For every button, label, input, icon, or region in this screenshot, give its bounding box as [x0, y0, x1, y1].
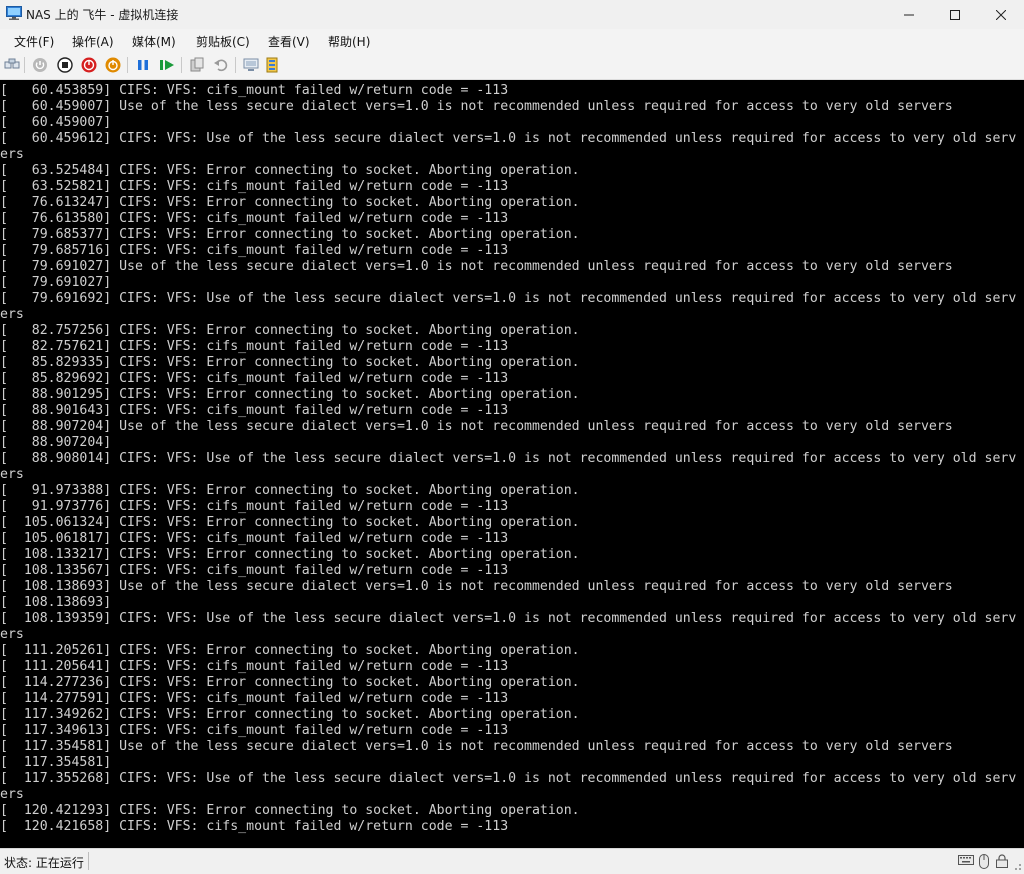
window-title: NAS 上的 飞牛 - 虚拟机连接 — [26, 8, 179, 22]
console-line: [ 91.973776] CIFS: VFS: cifs_mount faile… — [0, 499, 509, 514]
console-line: [ 117.349613] CIFS: VFS: cifs_mount fail… — [0, 723, 509, 738]
console-line: [ 111.205641] CIFS: VFS: cifs_mount fail… — [0, 659, 509, 674]
resize-grip-icon[interactable] — [1010, 859, 1022, 871]
close-icon — [996, 9, 1006, 20]
save-button[interactable] — [104, 56, 122, 74]
enhanced-session-button[interactable] — [242, 56, 260, 74]
menu-media[interactable]: 媒体(M) — [132, 33, 176, 50]
console-line: [ 88.907204] Use of the less secure dial… — [0, 419, 953, 434]
console-line: [ 114.277591] CIFS: VFS: cifs_mount fail… — [0, 691, 509, 706]
console-line: [ 79.691027] — [0, 275, 112, 290]
status-bar: 状态: 正在运行 — [0, 848, 1024, 874]
close-button[interactable] — [978, 0, 1024, 29]
console-line: [ 88.908014] CIFS: VFS: Use of the less … — [0, 451, 1017, 466]
lock-icon — [996, 854, 1008, 868]
console-line: [ 105.061324] CIFS: VFS: Error connectin… — [0, 515, 580, 530]
console-line: [ 91.973388] CIFS: VFS: Error connecting… — [0, 483, 580, 498]
console-line: [ 79.691027] Use of the less secure dial… — [0, 259, 953, 274]
console-line: ers — [0, 307, 24, 322]
shut-down-button[interactable] — [80, 56, 98, 74]
vm-console-screen[interactable]: [ 60.453859] CIFS: VFS: cifs_mount faile… — [0, 80, 1024, 848]
console-line: [ 76.613580] CIFS: VFS: cifs_mount faile… — [0, 211, 509, 226]
console-line: ers — [0, 787, 24, 802]
console-line: [ 117.349262] CIFS: VFS: Error connectin… — [0, 707, 580, 722]
status-text: 状态: 正在运行 — [4, 856, 84, 870]
console-line: [ 60.459007] — [0, 115, 112, 130]
shut-down-icon — [81, 57, 97, 73]
console-line: [ 79.691692] CIFS: VFS: Use of the less … — [0, 291, 1017, 306]
console-line: [ 117.354581] — [0, 755, 112, 770]
resume-button[interactable] — [158, 56, 176, 74]
vm-connection-icon — [6, 6, 22, 20]
status-divider — [88, 852, 89, 870]
minimize-icon — [904, 14, 914, 15]
pause-icon — [138, 60, 148, 70]
console-line: ers — [0, 147, 24, 162]
share-button[interactable] — [264, 56, 282, 74]
turn-off-button[interactable] — [56, 56, 74, 74]
toolbar-separator — [181, 57, 182, 73]
console-line: [ 114.277236] CIFS: VFS: Error connectin… — [0, 675, 580, 690]
save-icon — [105, 57, 121, 73]
console-line: [ 60.459612] CIFS: VFS: Use of the less … — [0, 131, 1017, 146]
menu-clipboard[interactable]: 剪贴板(C) — [196, 33, 250, 50]
console-line: [ 108.139359] CIFS: VFS: Use of the less… — [0, 611, 1017, 626]
console-line: ers — [0, 627, 24, 642]
console-line: [ 76.613247] CIFS: VFS: Error connecting… — [0, 195, 580, 210]
revert-button[interactable] — [212, 56, 230, 74]
console-line: [ 120.421658] CIFS: VFS: cifs_mount fail… — [0, 819, 509, 834]
share-icon — [266, 57, 278, 73]
console-line: _ — [0, 835, 8, 848]
console-line: [ 88.901643] CIFS: VFS: cifs_mount faile… — [0, 403, 509, 418]
console-line: [ 120.421293] CIFS: VFS: Error connectin… — [0, 803, 580, 818]
menu-help[interactable]: 帮助(H) — [328, 33, 370, 50]
toolbar — [0, 51, 1024, 80]
console-line: [ 88.901295] CIFS: VFS: Error connecting… — [0, 387, 580, 402]
checkpoint-icon — [190, 57, 204, 72]
console-line: [ 117.355268] CIFS: VFS: Use of the less… — [0, 771, 1017, 786]
console-line: [ 108.138693] Use of the less secure dia… — [0, 579, 953, 594]
console-line: [ 111.205261] CIFS: VFS: Error connectin… — [0, 643, 580, 658]
ctrl-alt-del-button[interactable] — [3, 56, 21, 74]
menu-file[interactable]: 文件(F) — [14, 33, 54, 50]
ctrl-alt-del-icon — [4, 58, 20, 69]
maximize-button[interactable] — [932, 0, 978, 29]
console-line: [ 108.133217] CIFS: VFS: Error connectin… — [0, 547, 580, 562]
console-line: [ 79.685716] CIFS: VFS: cifs_mount faile… — [0, 243, 509, 258]
minimize-button[interactable] — [886, 0, 932, 29]
turn-off-icon — [57, 57, 73, 73]
console-line: [ 108.138693] — [0, 595, 112, 610]
console-line: [ 88.907204] — [0, 435, 112, 450]
keyboard-icon — [958, 855, 974, 865]
console-line: [ 85.829335] CIFS: VFS: Error connecting… — [0, 355, 580, 370]
console-line: [ 108.133567] CIFS: VFS: cifs_mount fail… — [0, 563, 509, 578]
checkpoint-button[interactable] — [188, 56, 206, 74]
pause-button[interactable] — [134, 56, 152, 74]
console-line: [ 82.757256] CIFS: VFS: Error connecting… — [0, 323, 580, 338]
title-bar: NAS 上的 飞牛 - 虚拟机连接 — [0, 0, 1024, 29]
menu-action[interactable]: 操作(A) — [72, 33, 114, 50]
toolbar-separator — [127, 57, 128, 73]
start-button[interactable] — [31, 56, 49, 74]
resume-icon — [160, 60, 174, 70]
console-line: [ 60.459007] Use of the less secure dial… — [0, 99, 953, 114]
console-line: [ 117.354581] Use of the less secure dia… — [0, 739, 953, 754]
mouse-icon — [979, 854, 989, 869]
enhanced-session-icon — [243, 58, 259, 71]
toolbar-separator — [24, 57, 25, 73]
console-line: [ 105.061817] CIFS: VFS: cifs_mount fail… — [0, 531, 509, 546]
console-line: [ 85.829692] CIFS: VFS: cifs_mount faile… — [0, 371, 509, 386]
menu-bar: 文件(F) 操作(A) 媒体(M) 剪贴板(C) 查看(V) 帮助(H) — [0, 29, 1024, 51]
maximize-icon — [950, 9, 960, 20]
toolbar-separator — [235, 57, 236, 73]
console-line: [ 79.685377] CIFS: VFS: Error connecting… — [0, 227, 580, 242]
console-line: [ 60.453859] CIFS: VFS: cifs_mount faile… — [0, 83, 509, 98]
console-line: [ 63.525484] CIFS: VFS: Error connecting… — [0, 163, 580, 178]
console-line: ers — [0, 467, 24, 482]
menu-view[interactable]: 查看(V) — [268, 33, 310, 50]
revert-icon — [214, 59, 228, 72]
console-line: [ 82.757621] CIFS: VFS: cifs_mount faile… — [0, 339, 509, 354]
console-line: [ 63.525821] CIFS: VFS: cifs_mount faile… — [0, 179, 509, 194]
start-icon — [33, 58, 47, 72]
